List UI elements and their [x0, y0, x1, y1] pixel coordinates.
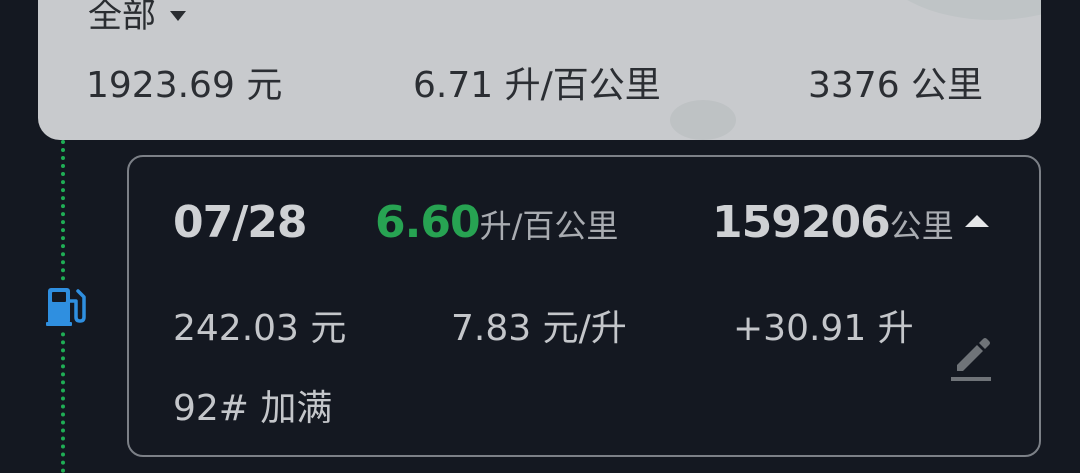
fuel-log-screen: 全部 1923.69 元 6.71 升/百公里 3376 公里 07/28 6.…	[0, 0, 1080, 473]
fuel-pump-icon	[44, 283, 90, 329]
summary-card: 全部 1923.69 元 6.71 升/百公里 3376 公里	[38, 0, 1041, 140]
average-consumption: 6.71 升/百公里	[413, 65, 661, 106]
filter-dropdown[interactable]: 全部	[88, 0, 186, 37]
fuel-record-card[interactable]: 07/28 6.60升/百公里 159206公里 242.03 元 7.83 元…	[127, 155, 1041, 457]
consumption-value: 6.60	[375, 197, 481, 248]
decorative-circle	[878, 0, 1041, 20]
edit-button[interactable]	[949, 331, 995, 383]
decorative-dot	[670, 100, 736, 140]
pencil-icon	[951, 338, 991, 381]
record-unit-price: 7.83 元/升	[451, 308, 627, 349]
total-distance: 3376 公里	[808, 65, 984, 106]
record-fuel-type: 92# 加满	[173, 388, 333, 429]
odometer-unit: 公里	[889, 207, 954, 245]
record-date: 07/28	[173, 197, 308, 248]
record-volume: +30.91 升	[733, 308, 914, 349]
filter-label: 全部	[88, 0, 156, 36]
total-cost: 1923.69 元	[86, 65, 283, 106]
chevron-down-icon	[170, 10, 186, 21]
chevron-up-icon[interactable]	[965, 215, 989, 227]
record-odometer: 159206公里	[712, 197, 954, 248]
record-cost: 242.03 元	[173, 308, 347, 349]
odometer-value: 159206	[712, 197, 891, 248]
consumption-unit: 升/百公里	[479, 207, 619, 245]
record-consumption: 6.60升/百公里	[375, 197, 618, 248]
